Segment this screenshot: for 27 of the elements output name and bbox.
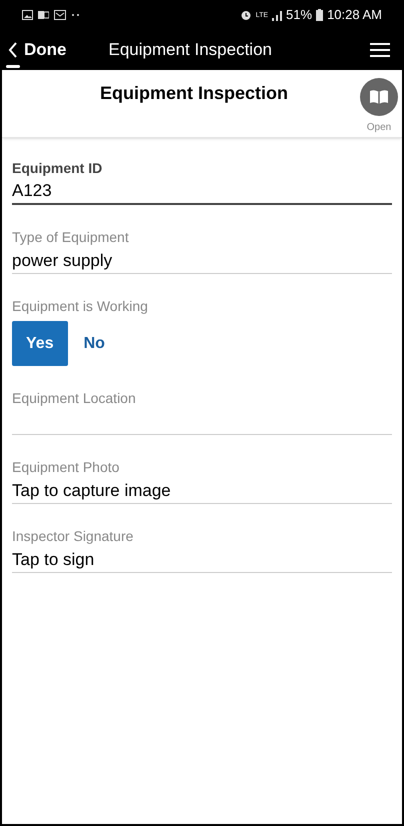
alarm-icon [240, 9, 252, 21]
field-label: Inspector Signature [12, 527, 134, 546]
mail-icon [54, 10, 66, 20]
battery-percent: 51% [286, 6, 312, 24]
field-label: Equipment Photo [12, 458, 120, 477]
field-label: Equipment is Working [12, 297, 149, 316]
more-icon [71, 13, 80, 17]
book-icon [369, 89, 389, 105]
back-icon [8, 42, 18, 58]
clock-time: 10:28 AM [327, 6, 382, 24]
input-field[interactable]: A123 [12, 179, 392, 205]
field-label: Type of Equipment [12, 228, 130, 247]
image-icon [22, 10, 33, 20]
menu-icon[interactable] [370, 42, 390, 58]
app-icon [38, 10, 49, 20]
input-field[interactable]: Tap to capture image [12, 478, 392, 504]
option-button[interactable]: Yes [12, 321, 68, 366]
signal-icon [272, 10, 282, 20]
field-label: Equipment Location [12, 389, 137, 408]
battery-icon [316, 9, 324, 21]
field-label: Equipment ID [12, 159, 104, 178]
done-button[interactable]: Done [8, 37, 66, 63]
header-title: Equipment Inspection [108, 39, 272, 62]
form-title: Equipment Inspection [98, 82, 289, 105]
input-field[interactable]: power supply [12, 248, 392, 274]
option-button[interactable]: No [74, 321, 115, 366]
input-field[interactable]: Tap to sign [12, 547, 392, 573]
